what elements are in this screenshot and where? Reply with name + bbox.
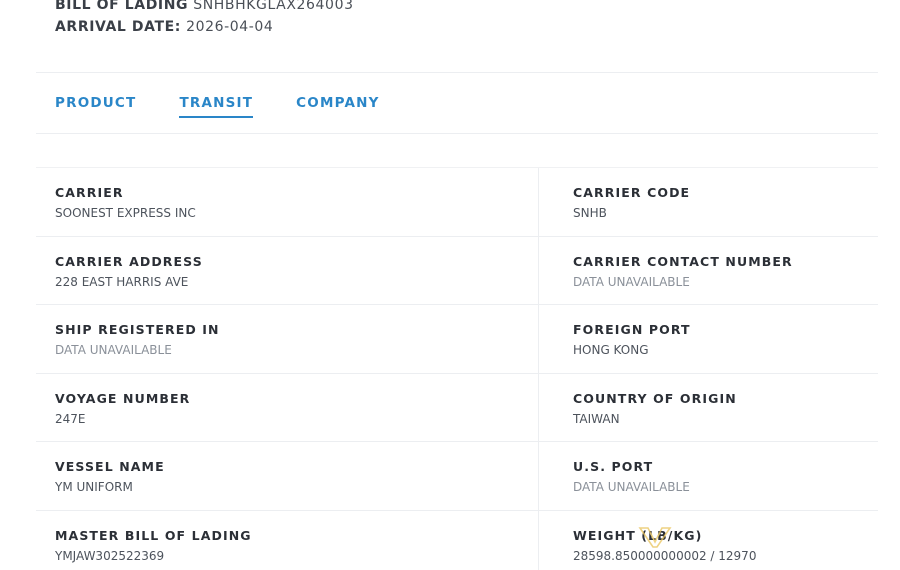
bill-of-lading-value: SNHBHKGLAX264003 [193, 0, 354, 13]
field-label: U.S. PORT [573, 459, 654, 474]
detail-row: MASTER BILL OF LADING YMJAW302522369 WEI… [36, 511, 878, 570]
field-value: DATA UNAVAILABLE [55, 343, 172, 357]
field-value: YM UNIFORM [55, 480, 133, 494]
tab-bar: PRODUCT TRANSIT COMPANY [55, 95, 423, 118]
detail-row: CARRIER ADDRESS 228 EAST HARRIS AVE CARR… [36, 237, 878, 305]
tab-company[interactable]: COMPANY [296, 95, 379, 118]
field-value: HONG KONG [573, 343, 649, 357]
section-divider [36, 72, 878, 73]
field-ship-registered-in: SHIP REGISTERED IN DATA UNAVAILABLE [36, 305, 539, 373]
field-value: DATA UNAVAILABLE [573, 274, 690, 289]
tab-bar-divider [36, 133, 878, 134]
field-label: CARRIER ADDRESS [55, 253, 203, 269]
field-value: 247E [55, 411, 86, 426]
detail-row: SHIP REGISTERED IN DATA UNAVAILABLE FORE… [36, 305, 878, 374]
arrival-date-value: 2026-04-04 [186, 19, 274, 35]
shipment-meta: BILL OF LADING SNHBHKGLAX264003 ARRIVAL … [55, 0, 354, 38]
detail-row: VOYAGE NUMBER 247E COUNTRY OF ORIGIN TAI… [36, 374, 878, 442]
field-carrier-contact-number: CARRIER CONTACT NUMBER DATA UNAVAILABLE [539, 237, 878, 305]
transit-details-grid: CARRIER SOONEST EXPRESS INC CARRIER CODE… [36, 168, 878, 570]
arrival-date-label: ARRIVAL DATE: [55, 19, 182, 35]
field-us-port: U.S. PORT DATA UNAVAILABLE [539, 442, 878, 510]
field-value: DATA UNAVAILABLE [573, 480, 690, 494]
field-carrier-code: CARRIER CODE SNHB [539, 168, 878, 236]
field-weight: WEIGHT (LB/KG) 28598.850000000002 / 1297… [539, 511, 878, 570]
column-divider [538, 168, 539, 570]
field-label: CARRIER CONTACT NUMBER [573, 253, 793, 269]
shipment-detail-page: BILL OF LADING SNHBHKGLAX264003 ARRIVAL … [0, 0, 900, 570]
field-value: 228 EAST HARRIS AVE [55, 274, 189, 289]
field-label: MASTER BILL OF LADING [55, 527, 252, 543]
detail-row: VESSEL NAME YM UNIFORM U.S. PORT DATA UN… [36, 442, 878, 511]
arrival-date-row: ARRIVAL DATE: 2026-04-04 [55, 16, 354, 38]
tab-transit[interactable]: TRANSIT [179, 95, 254, 118]
field-country-of-origin: COUNTRY OF ORIGIN TAIWAN [539, 374, 878, 442]
field-value: TAIWAN [573, 411, 620, 426]
field-vessel-name: VESSEL NAME YM UNIFORM [36, 442, 539, 510]
field-value: SNHB [573, 206, 607, 220]
bill-of-lading-label: BILL OF LADING [55, 0, 189, 13]
field-value: YMJAW302522369 [55, 548, 165, 563]
field-value: 28598.850000000002 / 12970 [573, 548, 757, 563]
bill-of-lading-row: BILL OF LADING SNHBHKGLAX264003 [55, 0, 354, 16]
field-label: WEIGHT (LB/KG) [573, 527, 703, 543]
detail-row: CARRIER SOONEST EXPRESS INC CARRIER CODE… [36, 168, 878, 237]
field-label: VOYAGE NUMBER [55, 390, 191, 406]
tab-product[interactable]: PRODUCT [55, 95, 136, 118]
field-label: VESSEL NAME [55, 459, 165, 474]
field-label: SHIP REGISTERED IN [55, 322, 220, 337]
field-carrier: CARRIER SOONEST EXPRESS INC [36, 168, 539, 236]
field-foreign-port: FOREIGN PORT HONG KONG [539, 305, 878, 373]
field-value: SOONEST EXPRESS INC [55, 206, 196, 220]
field-master-bill-of-lading: MASTER BILL OF LADING YMJAW302522369 [36, 511, 539, 570]
field-label: CARRIER CODE [573, 185, 691, 200]
field-carrier-address: CARRIER ADDRESS 228 EAST HARRIS AVE [36, 237, 539, 305]
field-voyage-number: VOYAGE NUMBER 247E [36, 374, 539, 442]
field-label: CARRIER [55, 185, 124, 200]
field-label: FOREIGN PORT [573, 322, 691, 337]
field-label: COUNTRY OF ORIGIN [573, 390, 737, 406]
